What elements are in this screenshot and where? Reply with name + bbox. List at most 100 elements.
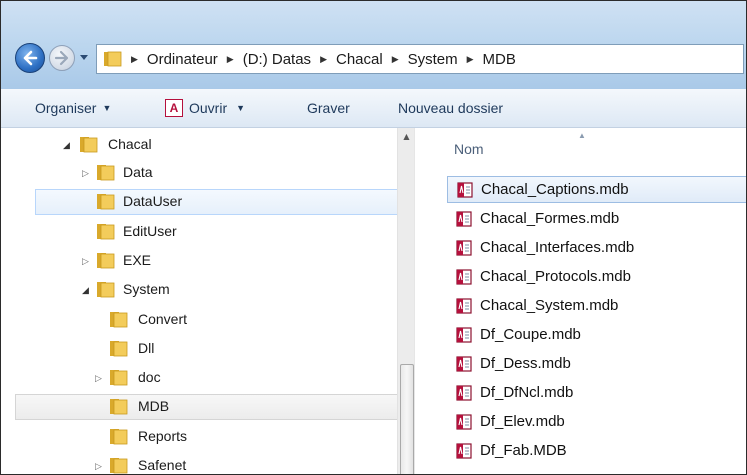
scrollbar-thumb[interactable] <box>400 364 414 474</box>
burn-button[interactable]: Graver <box>307 89 350 127</box>
breadcrumb-item[interactable]: (D:) Datas <box>243 51 311 68</box>
navigation-scrollbar[interactable]: ▲ <box>397 128 415 474</box>
access-database-icon <box>456 442 472 459</box>
access-database-icon <box>456 239 472 256</box>
file-name: Chacal_Interfaces.mdb <box>480 239 635 256</box>
expanded-arrow-icon[interactable]: ◢ <box>82 285 92 295</box>
file-list: ▲ Nom Chacal_Captions.mdb Chacal_Formes.… <box>437 128 746 474</box>
file-name: Chacal_Captions.mdb <box>481 181 629 198</box>
command-bar: Organiser ▼ A Ouvrir ▼ Graver Nouveau do… <box>1 89 746 128</box>
explorer-window: ▶ Ordinateur ▶ (D:) Datas ▶ Chacal ▶ Sys… <box>0 0 747 475</box>
file-item[interactable]: Df_Elev.mdb <box>447 408 746 435</box>
folder-icon <box>110 341 128 357</box>
collapsed-arrow-icon[interactable]: ▷ <box>82 168 92 178</box>
forward-button[interactable] <box>49 45 75 71</box>
breadcrumb-separator-icon[interactable]: ▶ <box>467 54 474 65</box>
file-item[interactable]: Df_Coupe.mdb <box>447 321 746 348</box>
file-item[interactable]: Chacal_Interfaces.mdb <box>447 234 746 261</box>
breadcrumb-item[interactable]: Chacal <box>336 51 383 68</box>
file-name: Chacal_System.mdb <box>480 297 619 314</box>
folder-icon <box>110 458 128 474</box>
breadcrumb-separator-icon[interactable]: ▶ <box>320 54 327 65</box>
open-label: Ouvrir <box>189 100 228 116</box>
file-name: Chacal_Formes.mdb <box>480 210 620 227</box>
tree-item-label: System <box>123 281 170 297</box>
breadcrumb-item[interactable]: MDB <box>483 51 516 68</box>
column-header-label: Nom <box>454 141 484 157</box>
organize-label: Organiser <box>35 100 97 116</box>
file-item[interactable]: Df_DfNcl.mdb <box>447 379 746 406</box>
access-database-icon <box>456 297 472 314</box>
tree-item-doc[interactable]: ▷ doc <box>37 365 387 391</box>
navigation-pane: ◢ Chacal ▷ Data DataUser EditUser ▷ EXE … <box>1 128 414 474</box>
tree-item-system[interactable]: ◢ System <box>37 277 387 303</box>
tree-item-label: Data <box>123 164 153 180</box>
tree-item-label: Safenet <box>138 457 187 473</box>
file-name: Df_Fab.MDB <box>480 442 567 459</box>
access-database-icon <box>456 210 472 227</box>
tree-item-label: DataUser <box>123 193 183 209</box>
tree-item-data[interactable]: ▷ Data <box>37 160 387 186</box>
breadcrumb-item[interactable]: System <box>408 51 458 68</box>
file-item[interactable]: Chacal_System.mdb <box>447 292 746 319</box>
column-header-name[interactable]: ▲ Nom <box>437 128 746 168</box>
arrow-left-icon <box>23 50 38 66</box>
tree-item-label: MDB <box>138 398 170 414</box>
file-name: Df_DfNcl.mdb <box>480 384 574 401</box>
tree-item-datauser[interactable]: DataUser <box>35 189 398 215</box>
tree-item-chacal[interactable]: ◢ Chacal <box>37 132 387 158</box>
folder-icon <box>104 51 122 67</box>
organize-button[interactable]: Organiser ▼ <box>35 89 111 127</box>
open-button[interactable]: A Ouvrir ▼ <box>165 89 245 127</box>
breadcrumb-separator-icon[interactable]: ▶ <box>392 54 399 65</box>
tree-item-label: EXE <box>123 252 152 268</box>
tree-item-safenet[interactable]: ▷ Safenet <box>37 453 387 474</box>
tree-item-label: doc <box>138 369 161 385</box>
tree-item-label: EditUser <box>123 223 177 239</box>
file-item[interactable]: Chacal_Captions.mdb <box>447 176 746 203</box>
file-name: Chacal_Protocols.mdb <box>480 268 631 285</box>
collapsed-arrow-icon[interactable]: ▷ <box>95 461 105 471</box>
breadcrumb-separator-icon[interactable]: ▶ <box>227 54 234 65</box>
arrow-right-icon <box>54 50 69 66</box>
file-name: Df_Dess.mdb <box>480 355 571 372</box>
folder-icon <box>110 370 128 386</box>
tree-item-exe[interactable]: ▷ EXE <box>37 248 387 274</box>
folder-icon <box>97 194 115 210</box>
chevron-down-icon: ▼ <box>236 103 246 113</box>
file-name: Df_Elev.mdb <box>480 413 565 430</box>
tree-item-convert[interactable]: Convert <box>37 307 387 333</box>
file-item[interactable]: Chacal_Formes.mdb <box>447 205 746 232</box>
file-item[interactable]: Df_Dess.mdb <box>447 350 746 377</box>
folder-icon <box>97 224 115 240</box>
tree-item-label: Dll <box>138 340 155 356</box>
access-app-icon: A <box>165 99 183 117</box>
file-item[interactable]: Df_Fab.MDB <box>447 437 746 464</box>
recent-pages-dropdown-icon[interactable] <box>79 54 89 62</box>
breadcrumb-item[interactable]: Ordinateur <box>147 51 218 68</box>
file-item[interactable]: Chacal_Protocols.mdb <box>447 263 746 290</box>
folder-icon <box>110 312 128 328</box>
burn-label: Graver <box>307 100 350 116</box>
tree-item-label: Chacal <box>108 136 152 152</box>
new-folder-button[interactable]: Nouveau dossier <box>398 89 503 127</box>
tree-item-edituser[interactable]: EditUser <box>37 219 387 245</box>
new-folder-label: Nouveau dossier <box>398 100 504 116</box>
access-database-icon <box>457 181 473 198</box>
title-bar: ▶ Ordinateur ▶ (D:) Datas ▶ Chacal ▶ Sys… <box>1 1 746 89</box>
tree-item-reports[interactable]: Reports <box>37 424 387 450</box>
tree-item-mdb[interactable]: MDB <box>15 394 398 420</box>
collapsed-arrow-icon[interactable]: ▷ <box>82 256 92 266</box>
back-button[interactable] <box>15 43 45 73</box>
folder-icon <box>110 429 128 445</box>
address-bar[interactable]: ▶ Ordinateur ▶ (D:) Datas ▶ Chacal ▶ Sys… <box>96 44 744 74</box>
pane-splitter[interactable] <box>414 128 437 474</box>
folder-icon <box>110 399 128 415</box>
file-name: Df_Coupe.mdb <box>480 326 581 343</box>
access-database-icon <box>456 355 472 372</box>
collapsed-arrow-icon[interactable]: ▷ <box>95 373 105 383</box>
expanded-arrow-icon[interactable]: ◢ <box>63 140 73 150</box>
scroll-up-arrow-icon[interactable]: ▲ <box>398 128 415 146</box>
tree-item-dll[interactable]: Dll <box>37 336 387 362</box>
breadcrumb-separator-icon[interactable]: ▶ <box>131 54 138 65</box>
